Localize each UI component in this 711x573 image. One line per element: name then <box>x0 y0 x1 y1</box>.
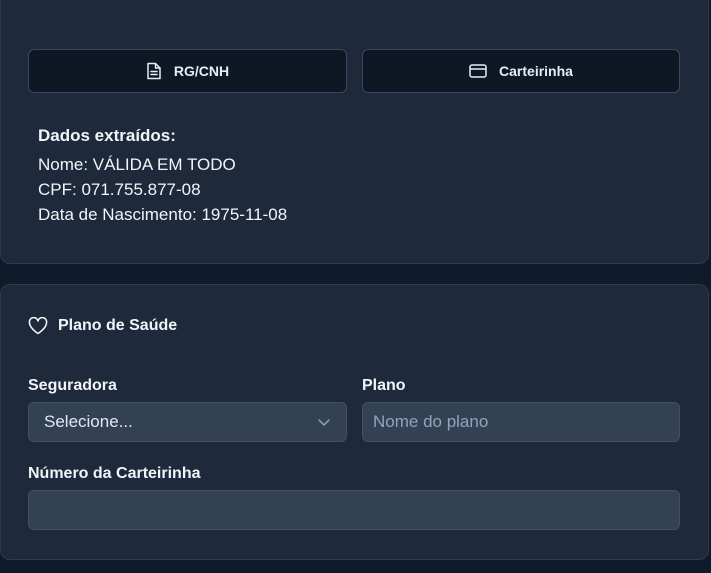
carteirinha-button[interactable]: Carteirinha <box>362 49 680 93</box>
heart-icon <box>28 317 48 335</box>
seguradora-label: Seguradora <box>28 377 117 394</box>
rg-cnh-label: RG/CNH <box>173 63 230 79</box>
section-title: Plano de Saúde <box>28 317 177 335</box>
extracted-cpf: CPF: 071.755.877-08 <box>38 180 201 199</box>
extracted-title: Dados extraídos: <box>38 126 176 145</box>
plano-label: Plano <box>362 377 406 394</box>
credit-card-icon <box>469 64 487 78</box>
carteirinha-label: Carteirinha <box>499 63 573 79</box>
documents-card: RG/CNH Carteirinha Dados extraídos: Nome… <box>0 0 709 264</box>
extracted-data: Dados extraídos: Nome: VÁLIDA EM TODO CP… <box>38 123 287 227</box>
rg-cnh-button[interactable]: RG/CNH <box>28 49 347 93</box>
numero-carteirinha-label: Número da Carteirinha <box>28 465 201 482</box>
plano-input[interactable]: Nome do plano <box>362 402 680 442</box>
chevron-down-icon <box>317 412 331 432</box>
extracted-nome: Nome: VÁLIDA EM TODO <box>38 155 236 174</box>
section-title-label: Plano de Saúde <box>58 317 178 334</box>
seguradora-select[interactable]: Selecione... <box>28 402 347 442</box>
plano-saude-card: Plano de Saúde Seguradora Selecione... P… <box>0 284 709 560</box>
numero-carteirinha-input[interactable] <box>28 490 680 530</box>
file-text-icon <box>146 62 162 80</box>
seguradora-value: Selecione... <box>44 412 133 431</box>
extracted-nascimento: Data de Nascimento: 1975-11-08 <box>38 205 288 224</box>
